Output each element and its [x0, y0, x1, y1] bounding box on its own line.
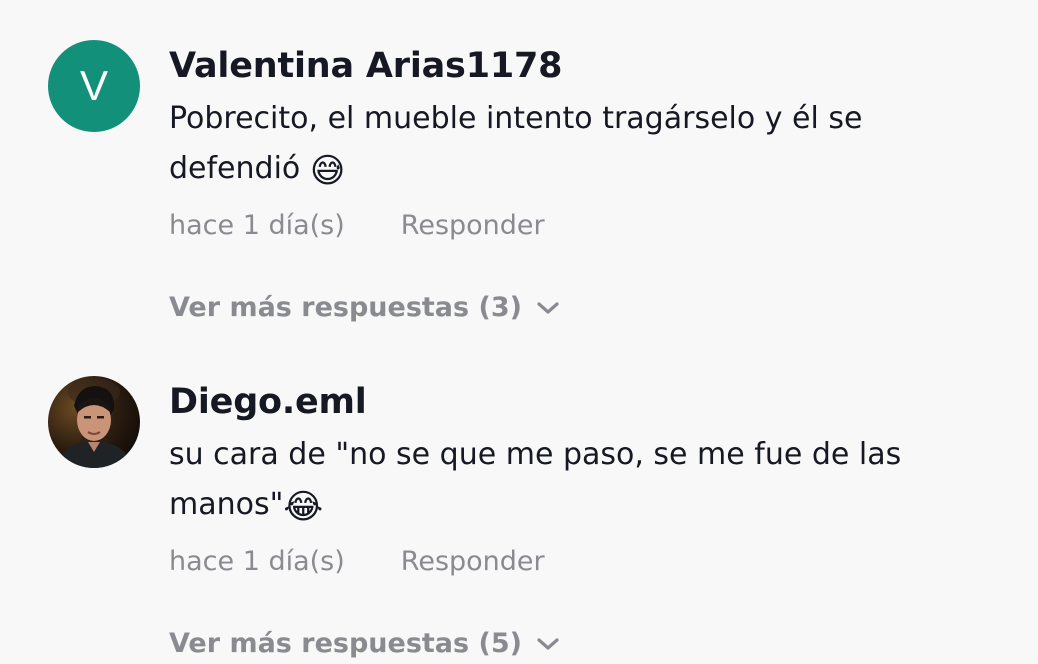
- chevron-down-icon: [536, 636, 560, 652]
- sweat-smile-emoji-icon: 😅: [309, 151, 346, 191]
- avatar[interactable]: V: [48, 40, 140, 132]
- avatar[interactable]: [48, 376, 140, 468]
- comment-body: Valentina Arias1178 Pobrecito, el mueble…: [169, 40, 989, 328]
- comment-text-line: Pobrecito, el mueble intento tragárselo …: [169, 101, 863, 136]
- comment-text-segment: defendió: [169, 151, 310, 186]
- chevron-down-icon: [536, 300, 560, 316]
- view-more-replies-button[interactable]: Ver más respuestas (5): [169, 624, 989, 664]
- timestamp: hace 1 día(s): [169, 210, 345, 241]
- comment-text: su cara de "no se que me paso, se me fue…: [169, 430, 989, 530]
- username[interactable]: Diego.eml: [169, 378, 989, 426]
- comment-meta: hace 1 día(s) Responder: [169, 542, 989, 582]
- joy-emoji-icon: 😂: [283, 487, 324, 527]
- timestamp: hace 1 día(s): [169, 546, 345, 577]
- reply-button[interactable]: Responder: [401, 206, 545, 246]
- comment-text-segment: manos": [169, 487, 284, 522]
- avatar-letter: V: [79, 62, 108, 109]
- comment-meta: hace 1 día(s) Responder: [169, 206, 989, 246]
- comment-text: Pobrecito, el mueble intento tragárselo …: [169, 94, 989, 194]
- username[interactable]: Valentina Arias1178: [169, 42, 989, 90]
- view-more-replies-label: Ver más respuestas (5): [169, 628, 522, 659]
- comment-text-line: manos"😂: [169, 480, 989, 530]
- view-more-replies-label: Ver más respuestas (3): [169, 292, 522, 323]
- comment-text-line: su cara de "no se que me paso, se me fue…: [169, 437, 902, 472]
- view-more-replies-button[interactable]: Ver más respuestas (3): [169, 288, 989, 328]
- comment-text-line: defendió 😅: [169, 144, 989, 194]
- reply-button[interactable]: Responder: [401, 542, 545, 582]
- comment-body: Diego.eml su cara de "no se que me paso,…: [169, 376, 989, 664]
